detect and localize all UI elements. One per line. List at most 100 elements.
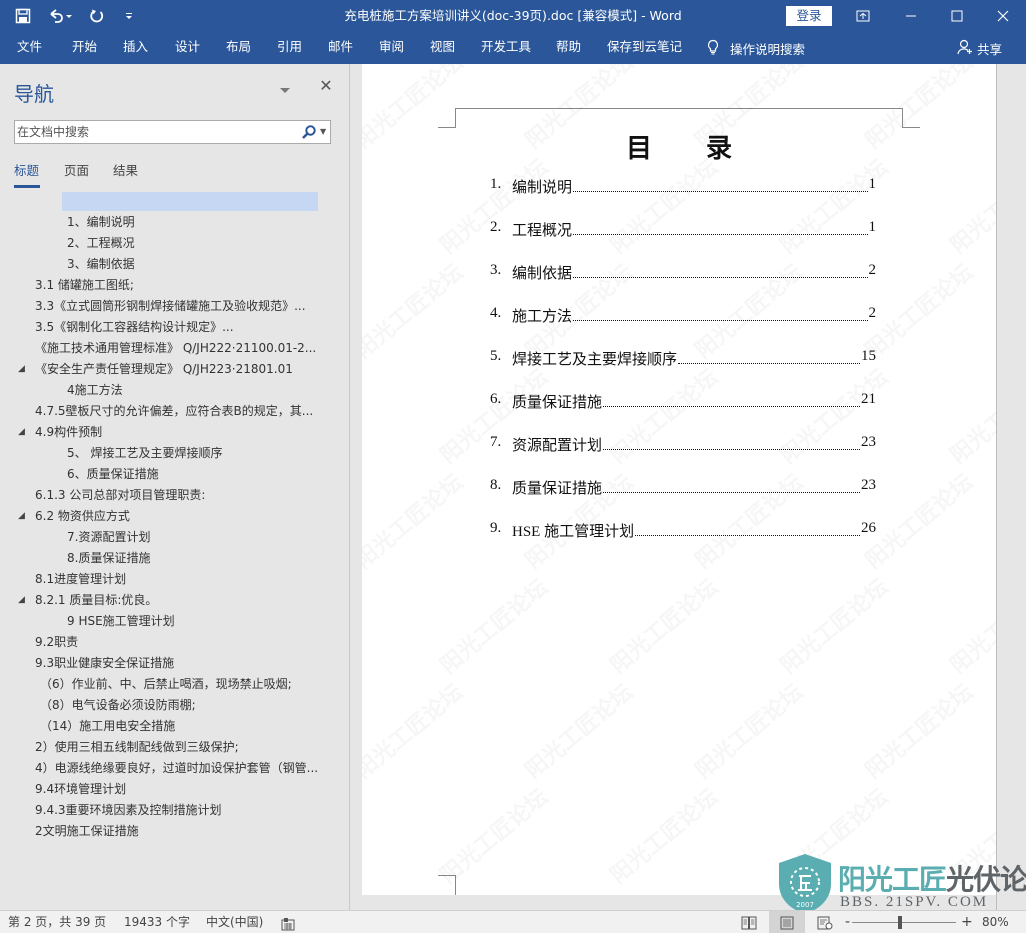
nav-heading-item[interactable]: 3.3《立式圆筒形钢制焊接储罐施工及验收规范》... (0, 296, 340, 317)
nav-heading-label: 2文明施工保证措施 (35, 824, 139, 838)
web-layout-icon[interactable] (807, 911, 843, 933)
nav-heading-item[interactable]: 6.1.3 公司总部对项目管理职责: (0, 485, 340, 506)
toc-entry[interactable]: 9. HSE 施工管理计划 26 (490, 520, 876, 563)
toc-leader-dots (573, 262, 868, 278)
nav-heading-item[interactable]: 9.3职业健康安全保证措施 (0, 653, 340, 674)
nav-tab-results[interactable]: 结果 (113, 160, 138, 179)
nav-tab-pages[interactable]: 页面 (64, 160, 89, 179)
nav-heading-item[interactable]: 9.4.3重要环境因素及控制措施计划 (0, 800, 340, 821)
nav-heading-item[interactable]: 3.5《钢制化工容器结构设计规定》... (0, 317, 340, 338)
tab-layout[interactable]: 布局 (226, 32, 251, 64)
nav-pane-options-icon[interactable] (278, 82, 292, 96)
lightbulb-icon (706, 39, 720, 58)
toc-entry-label: 资源配置计划 (512, 438, 603, 454)
toc-entry[interactable]: 1. 编制说明 1 (490, 176, 876, 219)
tab-file[interactable]: 文件 (17, 32, 42, 64)
word-count[interactable]: 19433 个字 (124, 911, 190, 933)
page-count[interactable]: 第 2 页，共 39 页 (8, 911, 106, 933)
nav-heading-item[interactable]: ◢ 4.9构件预制 (0, 422, 340, 443)
toc-title: 目录 (625, 134, 786, 163)
collapse-triangle-icon[interactable]: ◢ (18, 359, 25, 380)
tab-insert[interactable]: 插入 (123, 32, 148, 64)
toc-entry[interactable]: 3. 编制依据 2 (490, 262, 876, 305)
nav-heading-item[interactable]: 3.1 储罐施工图纸; (0, 275, 340, 296)
close-icon[interactable] (980, 0, 1026, 32)
undo-icon[interactable] (46, 7, 74, 25)
toc-entry[interactable]: 2. 工程概况 1 (490, 219, 876, 262)
tab-developer[interactable]: 开发工具 (481, 32, 531, 64)
nav-heading-item[interactable]: 4.7.5壁板尺寸的允许偏差，应符合表B的规定，其... (0, 401, 340, 422)
tab-save-to-cloud-note[interactable]: 保存到云笔记 (607, 32, 682, 64)
nav-heading-item[interactable]: 3、编制依据 (0, 254, 340, 275)
customize-qat-icon[interactable] (120, 7, 138, 25)
nav-heading-item[interactable]: 《施工技术通用管理标准》 Q/JH222·21100.01-2... (0, 338, 340, 359)
toc-entry[interactable]: 7. 资源配置计划 23 (490, 434, 876, 477)
language[interactable]: 中文(中国) (206, 911, 263, 933)
toc-entry-number: 8. (490, 477, 502, 493)
read-mode-icon[interactable] (731, 911, 767, 933)
search-icon[interactable] (301, 124, 317, 140)
maximize-icon[interactable] (934, 0, 980, 32)
zoom-out-button[interactable]: - (845, 911, 850, 933)
nav-heading-item[interactable]: ◢ 6.2 物资供应方式 (0, 506, 340, 527)
nav-heading-item[interactable]: 4）电源线绝缘要良好，过道时加设保护套管（钢管... (0, 758, 340, 779)
toc-leader-dots (573, 305, 868, 321)
nav-heading-item[interactable]: 5、 焊接工艺及主要焊接顺序 (0, 443, 340, 464)
nav-heading-item[interactable]: 2）使用三相五线制配线做到三级保护; (0, 737, 340, 758)
toc-entry[interactable]: 5. 焊接工艺及主要焊接顺序 15 (490, 348, 876, 391)
nav-heading-item[interactable]: 1、编制说明 (0, 212, 340, 233)
zoom-slider-track[interactable] (852, 922, 956, 923)
collapse-triangle-icon[interactable]: ◢ (18, 590, 25, 611)
login-button[interactable]: 登录 (786, 6, 832, 26)
tab-mailings[interactable]: 邮件 (328, 32, 353, 64)
redo-icon[interactable] (88, 7, 106, 25)
nav-heading-item[interactable]: 9.4环境管理计划 (0, 779, 340, 800)
selected-heading-highlight[interactable] (62, 192, 318, 211)
tab-help[interactable]: 帮助 (556, 32, 581, 64)
nav-heading-item[interactable]: ◢ 《安全生产责任管理规定》 Q/JH223·21801.01 (0, 359, 340, 380)
nav-heading-item[interactable]: 6、质量保证措施 (0, 464, 340, 485)
nav-tab-headings[interactable]: 标题 (14, 160, 39, 179)
nav-heading-item[interactable]: （8）电气设备必须设防雨棚; (0, 695, 340, 716)
tab-home[interactable]: 开始 (72, 32, 97, 64)
document-page[interactable]: 目录 1. 编制说明 1 2. 工程概况 1 3. 编制依据 2 4. 施工方法 2 5. 焊接工艺及主要… (362, 64, 996, 895)
toc-entry[interactable]: 6. 质量保证措施 21 (490, 391, 876, 434)
tell-me-search[interactable]: 操作说明搜索 (706, 32, 805, 64)
nav-heading-item[interactable]: 7.资源配置计划 (0, 527, 340, 548)
nav-heading-item[interactable]: 8.1进度管理计划 (0, 569, 340, 590)
nav-heading-item[interactable]: 2文明施工保证措施 (0, 821, 340, 842)
nav-heading-item[interactable]: ◢ 8.2.1 质量目标:优良。 (0, 590, 340, 611)
save-icon[interactable] (14, 7, 32, 25)
nav-heading-item[interactable]: 8.质量保证措施 (0, 548, 340, 569)
nav-heading-item[interactable]: 2、工程概况 (0, 233, 340, 254)
nav-heading-item[interactable]: 9.2职责 (0, 632, 340, 653)
tab-references[interactable]: 引用 (277, 32, 302, 64)
macro-recording-icon[interactable] (281, 916, 295, 931)
nav-search-input[interactable] (17, 123, 287, 141)
toc-entry[interactable]: 4. 施工方法 2 (490, 305, 876, 348)
nav-heading-item[interactable]: （6）作业前、中、后禁止喝酒，现场禁止吸烟; (0, 674, 340, 695)
toc-entry-page: 1 (868, 219, 877, 235)
search-options-chevron-icon[interactable]: ▼ (320, 124, 330, 140)
toc-entry[interactable]: 8. 质量保证措施 23 (490, 477, 876, 520)
tab-view[interactable]: 视图 (430, 32, 455, 64)
zoom-slider-thumb[interactable] (898, 916, 902, 929)
nav-heading-item[interactable]: （14）施工用电安全措施 (0, 716, 340, 737)
nav-pane-close-icon[interactable]: ✕ (318, 78, 334, 94)
nav-heading-item[interactable]: 9 HSE施工管理计划 (0, 611, 340, 632)
zoom-level[interactable]: 80% (982, 911, 1009, 933)
collapse-triangle-icon[interactable]: ◢ (18, 506, 25, 527)
nav-heading-label: （8）电气设备必须设防雨棚; (40, 698, 196, 712)
vertical-scrollbar[interactable] (996, 64, 1026, 910)
title-bar: 充电桩施工方案培训讲义(doc-39页).doc [兼容模式] - Word 登… (0, 0, 1026, 32)
zoom-in-button[interactable]: + (961, 911, 973, 933)
ribbon-display-options-icon[interactable] (840, 0, 886, 32)
collapse-triangle-icon[interactable]: ◢ (18, 422, 25, 443)
print-layout-icon[interactable] (769, 911, 805, 933)
nav-pane-splitter[interactable] (349, 64, 362, 910)
share-button[interactable]: 共享 (957, 32, 1002, 64)
minimize-icon[interactable] (888, 0, 934, 32)
tab-review[interactable]: 审阅 (379, 32, 404, 64)
tab-design[interactable]: 设计 (175, 32, 200, 64)
nav-heading-item[interactable]: 4施工方法 (0, 380, 340, 401)
